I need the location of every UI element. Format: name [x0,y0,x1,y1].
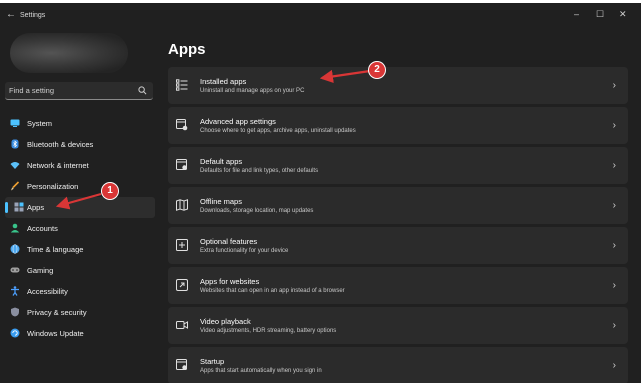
maximize-button[interactable]: ☐ [596,9,604,20]
list-icon [176,79,188,91]
brush-icon [11,181,20,191]
startup-icon [176,359,187,370]
system-icon [10,119,20,127]
sidebar-item-label: Accounts [27,224,58,233]
chevron-right-icon: › [612,240,616,251]
card-default-apps[interactable]: Default apps Defaults for file and link … [168,147,628,184]
sidebar-item-privacy[interactable]: Privacy & security [5,302,155,323]
chevron-right-icon: › [612,80,616,91]
sidebar-item-network[interactable]: Network & internet [5,155,155,176]
page-title: Apps [168,41,206,58]
sidebar-item-system[interactable]: System [5,113,155,134]
card-title: Startup [200,357,225,366]
minimize-button[interactable]: – [574,9,579,19]
sidebar-item-label: Personalization [27,182,79,191]
card-apps-for-websites[interactable]: Apps for websites Websites that can open… [168,267,628,304]
add-feature-icon [176,239,188,251]
sidebar-item-label: Apps [27,203,45,212]
back-icon[interactable]: ← [6,9,16,20]
sidebar-item-label: System [27,119,53,128]
sidebar-item-personalization[interactable]: Personalization [5,176,155,197]
annotation-callout-2: 2 [369,62,385,78]
sidebar-item-label: Windows Update [27,329,84,338]
close-button[interactable]: ✕ [619,9,627,20]
settings-window: ← Settings – ☐ ✕ System Bluetooth & devi… [0,3,641,383]
accessibility-icon [11,286,19,296]
card-video-playback[interactable]: Video playback Video adjustments, HDR st… [168,307,628,344]
card-description: Extra functionality for your device [200,248,289,254]
annotation-callout-1: 1 [102,183,118,199]
sidebar-nav: System Bluetooth & devices Network & int… [5,113,155,344]
card-title: Optional features [200,237,258,246]
card-description: Defaults for file and link types, other … [200,168,319,174]
search-input[interactable] [9,84,129,97]
card-title: Installed apps [200,77,247,86]
chevron-right-icon: › [612,160,616,171]
card-installed-apps[interactable]: Installed apps Uninstall and manage apps… [168,67,628,104]
sidebar-item-bluetooth[interactable]: Bluetooth & devices [5,134,155,155]
video-icon [176,321,188,329]
user-profile[interactable] [10,33,128,73]
top-border [0,0,641,3]
default-apps-icon [176,159,187,170]
bluetooth-icon [11,139,19,149]
sidebar-item-label: Time & language [27,245,84,254]
sidebar-item-apps[interactable]: Apps [5,197,155,218]
globe-icon [10,244,20,254]
web-app-icon [176,279,188,291]
card-offline-maps[interactable]: Offline maps Downloads, storage location… [168,187,628,224]
search-box[interactable] [5,82,153,100]
shield-icon [11,307,19,317]
network-icon [10,162,20,169]
map-icon [176,199,188,211]
search-icon[interactable] [138,86,147,95]
card-optional-features[interactable]: Optional features Extra functionality fo… [168,227,628,264]
card-startup[interactable]: Startup Apps that start automatically wh… [168,347,628,383]
card-description: Choose where to get apps, archive apps, … [200,128,356,134]
chevron-right-icon: › [612,120,616,131]
sidebar-item-accessibility[interactable]: Accessibility [5,281,155,302]
title-bar: ← Settings – ☐ ✕ [0,3,641,31]
card-advanced-app-settings[interactable]: Advanced app settings Choose where to ge… [168,107,628,144]
card-title: Advanced app settings [200,117,276,126]
card-description: Apps that start automatically when you s… [200,368,322,374]
sidebar-item-label: Gaming [27,266,54,275]
card-description: Uninstall and manage apps on your PC [200,88,305,94]
update-icon [10,328,20,338]
card-description: Websites that can open in an app instead… [200,288,345,294]
sidebar-item-accounts[interactable]: Accounts [5,218,155,239]
chevron-right-icon: › [612,280,616,291]
chevron-right-icon: › [612,200,616,211]
window-title: Settings [20,12,46,19]
app-settings-icon [176,119,188,131]
card-title: Offline maps [200,197,242,206]
apps-icon [14,202,24,212]
person-icon [10,223,20,233]
chevron-right-icon: › [612,360,616,371]
chevron-right-icon: › [612,320,616,331]
card-title: Apps for websites [200,277,260,286]
sidebar-item-label: Bluetooth & devices [27,140,94,149]
sidebar-item-label: Privacy & security [27,308,87,317]
card-title: Video playback [200,317,251,326]
sidebar-item-time-language[interactable]: Time & language [5,239,155,260]
sidebar-item-label: Network & internet [27,161,89,170]
selection-indicator [5,202,8,213]
card-description: Video adjustments, HDR streaming, batter… [200,328,337,334]
sidebar-item-gaming[interactable]: Gaming [5,260,155,281]
gamepad-icon [10,267,20,273]
sidebar-item-windows-update[interactable]: Windows Update [5,323,155,344]
card-title: Default apps [200,157,243,166]
card-description: Downloads, storage location, map updates [200,208,314,214]
sidebar-item-label: Accessibility [27,287,68,296]
